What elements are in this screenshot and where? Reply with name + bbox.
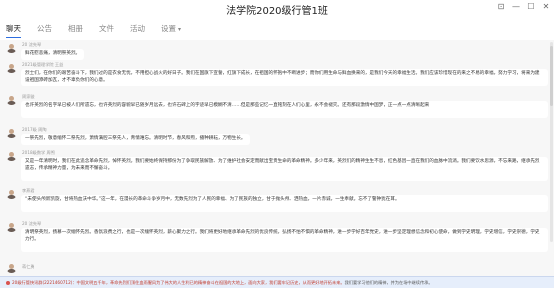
tab-settings[interactable]: 设置 ▾ [161,23,181,38]
tab-files[interactable]: 文件 [99,23,114,38]
window-header: 法学院2020级行管1班 ⊡ — ☐ ✕ 聊天 公告 相册 文件 活动 设置 ▾ [0,0,554,40]
feed-scrollbar[interactable] [550,42,553,242]
group-notice-bar[interactable]: 20级行管快讯群(2221460712)：中国文明五千年，革命先烈们顶住血雨腥风… [0,276,554,288]
tab-files-label: 文件 [99,24,114,33]
group-title: 法学院2020级行管1班 [226,6,328,17]
tab-settings-label: 设置 [161,24,176,33]
tab-chat-label: 聊天 [6,24,21,33]
chevron-down-icon: ▾ [178,26,182,33]
tab-chat[interactable]: 聊天 [6,23,21,38]
notice-text: 20级行管快讯群(2221460712)：中国文明五千年，革命先烈们顶住血雨腥风… [12,280,345,285]
sender-name: 2017级 周陶 [22,127,47,132]
message-bubble: 烈士们，在你们的艰苦奋斗下，我们过的是衣食无忧，不用担心战火的好日子。我们在国旗… [21,69,548,86]
scrollbar-thumb[interactable] [550,46,553,106]
tab-announcement[interactable]: 公告 [37,23,52,38]
tab-activities[interactable]: 活动 [130,23,145,38]
window-controls: ⊡ — ☐ ✕ [495,1,552,12]
message-bubble: 清明祭英烈，扬慕一次缅怀先烈。香氛浪费之行，也是一次缅怀英烈，薪心聚力之行。我们… [21,228,548,252]
sender-name: 蒋仁勇 [22,264,35,269]
sender-name: 2021级管理学院 王益 [22,62,64,67]
tab-album[interactable]: 相册 [68,23,83,38]
avatar[interactable] [6,150,17,161]
avatar[interactable] [6,94,17,105]
message-bubble: 一祭先烈，敬意缅怀二祭先烈，萧情满腔三祭先人，青情难忘。清明时节，春风和煦，播种… [21,134,250,145]
notice-text-rest: 我们要学习他们的精神，并为在场中继续传承。 [344,280,433,285]
notice-dot-icon [6,281,10,285]
sender-name: 周家骏 [22,94,35,99]
sender-name: 20 沈先琴 [22,42,42,47]
avatar[interactable] [6,127,17,138]
avatar[interactable] [6,188,17,199]
tab-album-label: 相册 [68,24,83,33]
message-bubble: 又是一年清明时，我们在此追念革命先烈，悼怀英烈。我们要始终保持那份为了争取民族解… [21,157,548,181]
close-icon[interactable]: ✕ [540,1,552,12]
message-bubble: “未使头颅新凯旋，甘将热血沃中华。”这一年，在漫长的革命斗争岁月中，无数先烈为了… [21,195,548,212]
tab-bar: 聊天 公告 相册 文件 活动 设置 ▾ [6,23,197,38]
chat-feed[interactable]: 20 沈先琴 鲜花慰悲痛，清明祭英烈。 2021级管理学院 王益 烈士们，在你们… [0,40,554,276]
message-bubble: 鲜花慰悲痛，清明祭英烈。 [21,49,85,60]
minimize-icon[interactable]: — [510,1,522,12]
maximize-icon[interactable]: ☐ [525,1,537,12]
avatar[interactable] [6,42,17,53]
avatar[interactable] [6,62,17,73]
sender-name: 李燕君 [22,188,35,193]
tab-activities-label: 活动 [130,24,145,33]
pin-icon[interactable]: ⊡ [495,1,507,12]
sender-name: 2018级数学 周煦 [22,150,55,155]
avatar[interactable] [6,221,17,232]
message-bubble: 也许英烈的名字早已被人们所遗忘，也许英烈的容貌早已随岁月远去，也许石碑上的字迹早… [21,101,548,118]
sender-name: 20 沈先琴 [22,221,42,226]
tab-announcement-label: 公告 [37,24,52,33]
avatar[interactable] [6,262,17,273]
